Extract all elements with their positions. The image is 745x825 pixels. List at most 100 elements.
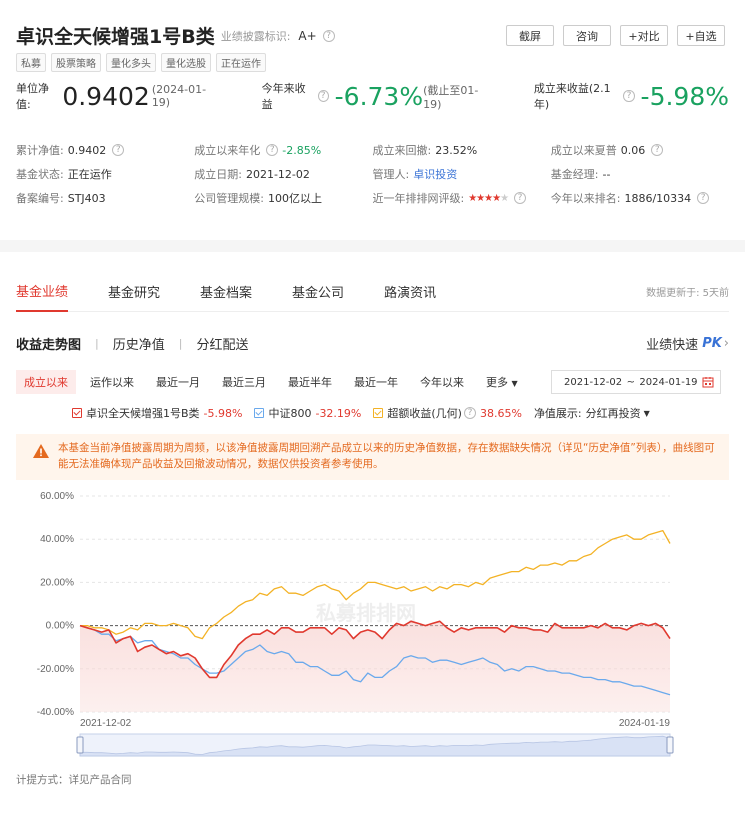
x-axis: 2021-12-02 2024-01-19 <box>80 718 670 729</box>
range-1y[interactable]: 最近一年 <box>346 370 406 394</box>
date-separator: ~ <box>626 376 635 388</box>
watchlist-button[interactable]: +自选 <box>677 25 725 46</box>
info-cell: 成立以来年化? -2.85% <box>194 142 372 158</box>
subtab-nav-history[interactable]: 历史净值 <box>113 334 165 353</box>
tab-profile[interactable]: 基金档案 <box>200 272 252 312</box>
screenshot-button[interactable]: 截屏 <box>506 25 554 46</box>
checkbox-icon <box>373 408 384 418</box>
checkbox-icon <box>254 408 265 418</box>
consult-button[interactable]: 咨询 <box>563 25 611 46</box>
info-value: 100亿以上 <box>267 192 322 205</box>
info-key: 基金经理: <box>550 168 599 181</box>
help-icon[interactable]: ? <box>697 192 710 204</box>
tab-research[interactable]: 基金研究 <box>108 272 160 312</box>
legend-name: 中证800 <box>268 407 312 420</box>
range-since-inception[interactable]: 成立以来 <box>16 370 76 394</box>
info-key: 成立日期: <box>194 168 242 181</box>
info-value: 0.9402 <box>67 143 107 157</box>
info-row: 累计净值: 0.9402? 成立以来年化? -2.85% 成立来回撤: 23.52% 成立以… <box>16 138 729 162</box>
fund-name: 卓识全天候增强1号B类 <box>16 26 215 48</box>
tag: 量化多头 <box>106 53 156 72</box>
subtab-return-chart[interactable]: 收益走势图 <box>16 334 81 353</box>
y-tick-label: -40.00% <box>37 707 74 718</box>
date-range-picker[interactable]: 2021-12-02 ~ 2024-01-19 <box>551 370 721 394</box>
performance-card: 基金业绩 基金研究 基金档案 基金公司 路演资讯 数据更新于: 5天前 收益走势… <box>0 252 745 825</box>
subtab-dividends[interactable]: 分红配送 <box>196 334 248 353</box>
tag: 私募 <box>16 53 46 72</box>
info-value: STJ403 <box>67 191 106 205</box>
tab-roadshow[interactable]: 路演资讯 <box>384 272 436 312</box>
end-date: 2024-01-19 <box>639 376 698 388</box>
disclosure-label: 业绩披露标识: <box>220 29 291 43</box>
info-value: 0.06 <box>620 143 646 157</box>
rating-stars: ★★★★★ <box>468 192 509 204</box>
navigator-handle-right[interactable] <box>666 736 674 754</box>
tab-company[interactable]: 基金公司 <box>292 272 344 312</box>
checkbox-icon <box>72 408 82 418</box>
help-icon[interactable]: ? <box>514 192 527 204</box>
legend-value: -32.19% <box>315 406 362 420</box>
calendar-icon <box>702 377 714 388</box>
info-cell: 累计净值: 0.9402? <box>16 142 194 158</box>
help-icon[interactable]: ? <box>463 407 476 419</box>
info-value: 2021-12-02 <box>245 167 310 181</box>
return-trend-chart[interactable]: 60.00% 40.00% 20.00% 0.00% -20.00% -40.00% 私募… <box>16 488 729 768</box>
info-key: 基金状态: <box>16 168 64 181</box>
tag: 量化选股 <box>161 53 211 72</box>
info-value[interactable]: 卓识投资 <box>413 166 457 182</box>
legend-value: 38.65% <box>479 406 522 420</box>
info-key: 管理人: <box>372 168 410 181</box>
divider: | <box>178 336 183 350</box>
warning-text: 本基金当前净值披露周期为周频，以该净值披露周期回溯产品成立以来的历史净值数据，存… <box>58 442 715 470</box>
info-value: -- <box>602 167 611 181</box>
x-tick-label: 2021-12-02 <box>80 718 132 729</box>
title-row: 卓识全天候增强1号B类 业绩披露标识: A+ ? <box>16 22 335 49</box>
chart-navigator[interactable] <box>76 733 674 757</box>
info-row: 备案编号: STJ403 公司管理规模: 100亿以上 近一年排排网评级: ★★★★★? 今… <box>16 186 729 210</box>
nav-display-label: 净值展示: <box>533 407 582 420</box>
since-inception-value: -5.98% <box>640 81 729 111</box>
info-row: 基金状态: 正在运作 成立日期: 2021-12-02 管理人: 卓识投资 基金经理: -- <box>16 162 729 186</box>
help-icon[interactable]: ? <box>266 144 279 156</box>
chevron-right-icon: › <box>723 335 729 351</box>
range-since-operation[interactable]: 运作以来 <box>82 370 142 394</box>
compare-button[interactable]: +对比 <box>620 25 668 46</box>
info-cell: 备案编号: STJ403 <box>16 190 194 206</box>
navigator-handle-left[interactable] <box>76 736 84 754</box>
data-warning-banner: 本基金当前净值披露周期为周频，以该净值披露周期回溯产品成立以来的历史净值数据，存… <box>16 434 729 480</box>
info-key: 公司管理规模: <box>194 192 264 205</box>
sub-tabs: 收益走势图 | 历史净值 | 分红配送 业绩快速 PK › <box>16 332 729 354</box>
help-icon[interactable]: ? <box>651 144 664 156</box>
legend-name: 卓识全天候增强1号B类 <box>86 407 200 420</box>
quick-pk-link[interactable]: 业绩快速 PK › <box>646 334 729 353</box>
more-label: 更多 <box>486 376 508 389</box>
tag: 正在运作 <box>216 53 266 72</box>
help-icon[interactable]: ? <box>623 90 635 102</box>
caret-down-icon: ▼ <box>511 379 518 388</box>
help-icon[interactable]: ? <box>322 29 335 42</box>
nav-display-selector[interactable]: 净值展示: 分红再投资 ▼ <box>534 405 650 421</box>
info-key: 成立以来夏普 <box>550 144 617 157</box>
legend-item-fund[interactable]: 卓识全天候增强1号B类 -5.98% <box>72 405 242 421</box>
range-6m[interactable]: 最近半年 <box>280 370 340 394</box>
nav-display-value: 分红再投资 <box>585 407 641 420</box>
nav-label: 单位净值: <box>16 82 49 111</box>
info-cell: 成立来回撤: 23.52% <box>373 142 551 158</box>
range-ytd[interactable]: 今年以来 <box>412 370 472 394</box>
info-cell: 基金状态: 正在运作 <box>16 166 194 182</box>
legend-item-excess[interactable]: 超额收益(几何) ? 38.65% <box>373 405 522 421</box>
info-key: 今年以来排名: <box>550 192 621 205</box>
range-3m[interactable]: 最近三月 <box>214 370 274 394</box>
tab-performance[interactable]: 基金业绩 <box>16 272 69 312</box>
info-cell: 基金经理: -- <box>551 166 729 182</box>
help-icon[interactable]: ? <box>317 90 329 102</box>
ytd-note: (截止至01-19) <box>423 83 479 111</box>
legend-item-index[interactable]: 中证800 -32.19% <box>254 405 361 421</box>
info-cell: 今年以来排名: 1886/10334? <box>551 190 729 206</box>
divider: | <box>95 336 99 350</box>
info-key: 累计净值: <box>16 144 64 157</box>
help-icon[interactable]: ? <box>112 144 125 156</box>
y-tick-label: 40.00% <box>40 534 74 545</box>
range-more-dropdown[interactable]: 更多 ▼ <box>478 370 526 394</box>
range-1m[interactable]: 最近一月 <box>148 370 208 394</box>
